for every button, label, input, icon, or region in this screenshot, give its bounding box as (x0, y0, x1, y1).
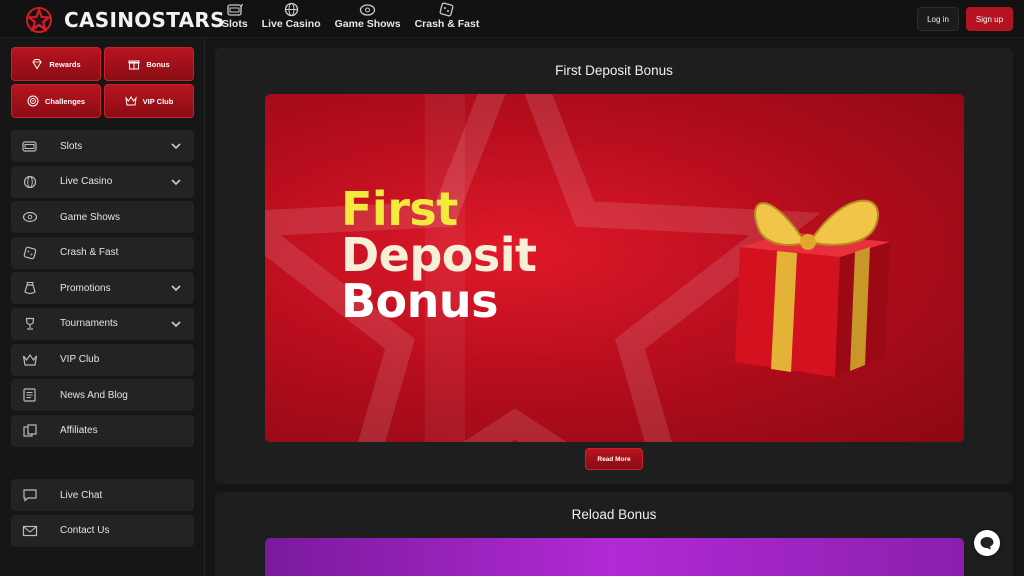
promo-buttons: Rewards Bonus Challenges VIP Club (11, 47, 194, 118)
target-icon (27, 95, 39, 107)
chevron-down-icon[interactable] (170, 282, 182, 294)
mail-icon (22, 525, 38, 536)
trophy-icon (25, 317, 35, 330)
sidebar-item-news-blog[interactable]: News And Blog (11, 379, 194, 412)
sidebar-item-label: VIP Club (60, 354, 100, 366)
game-shows-icon (359, 4, 376, 16)
vip-club-label: VIP Club (142, 96, 174, 106)
affiliates-icon (23, 424, 37, 437)
signup-button[interactable]: Sign up (966, 7, 1013, 31)
dice-icon (440, 2, 454, 17)
challenges-label: Challenges (44, 96, 85, 106)
news-icon (23, 388, 36, 402)
chat-bubble-icon (980, 537, 994, 550)
live-chat-widget[interactable] (974, 530, 1000, 556)
topnav-label: Live Casino (261, 18, 321, 30)
sidebar-item-label: Contact Us (60, 525, 110, 537)
sidebar-item-live-casino[interactable]: Live Casino (11, 165, 194, 198)
sidebar-item-label: News And Blog (60, 389, 128, 401)
read-more-button[interactable]: Read More (585, 448, 643, 470)
slots-icon (227, 3, 244, 16)
topnav-crash-fast[interactable]: Crash & Fast (414, 2, 480, 30)
sidebar-item-label: Crash & Fast (60, 247, 119, 259)
banner-line-2: Deposit (341, 228, 537, 282)
sidebar-item-contact-us[interactable]: Contact Us (11, 514, 194, 547)
sidebar-item-label: Slots (60, 140, 83, 152)
rewards-button[interactable]: Rewards (11, 47, 101, 81)
money-bag-icon (24, 282, 36, 295)
sidebar-item-crash-fast[interactable]: Crash & Fast (11, 236, 194, 269)
sidebar-item-promotions[interactable]: Promotions (11, 272, 194, 305)
logo-star-icon (26, 7, 52, 33)
rewards-label: Rewards (49, 59, 81, 69)
login-button[interactable]: Log in (917, 7, 959, 31)
sidebar: Rewards Bonus Challenges VIP Club Slots … (0, 38, 205, 576)
chat-icon (23, 489, 37, 502)
banner-line-3: Bonus (341, 274, 499, 328)
chevron-down-icon[interactable] (170, 176, 182, 188)
sidebar-item-label: Game Shows (60, 211, 121, 223)
first-deposit-bonus-banner[interactable]: First Deposit Bonus (265, 94, 964, 442)
topnav-slots[interactable]: Slots (222, 2, 248, 30)
sidebar-item-label: Promotions (60, 282, 111, 294)
sidebar-item-slots[interactable]: Slots (11, 130, 194, 162)
brand-name: CASINOSTARS (64, 8, 225, 32)
reload-bonus-card: Reload Bonus (215, 492, 1013, 576)
crown-icon (22, 353, 38, 366)
sidebar-item-live-chat[interactable]: Live Chat (11, 479, 194, 511)
challenges-button[interactable]: Challenges (11, 84, 101, 118)
topnav-label: Crash & Fast (414, 18, 480, 30)
top-bar: CASINOSTARS Slots Live Casino Game Shows… (0, 0, 1024, 38)
section-title: Reload Bonus (571, 507, 657, 522)
gift-icon (128, 60, 140, 70)
topnav-label: Slots (222, 18, 248, 30)
chevron-down-icon[interactable] (170, 318, 182, 330)
sidebar-item-affiliates[interactable]: Affiliates (11, 414, 194, 447)
vip-club-button[interactable]: VIP Club (104, 84, 194, 118)
dice-icon (23, 246, 37, 260)
bonus-label: Bonus (146, 59, 170, 69)
diamond-icon (32, 59, 42, 70)
topnav-label: Game Shows (334, 18, 401, 30)
banner-headline: First Deposit Bonus (341, 186, 537, 324)
chevron-down-icon[interactable] (170, 140, 182, 152)
reload-bonus-banner[interactable] (265, 538, 964, 576)
globe-icon (284, 2, 298, 17)
sidebar-item-game-shows[interactable]: Game Shows (11, 201, 194, 234)
sidebar-item-label: Tournaments (60, 318, 118, 330)
sidebar-nav: Slots Live Casino Game Shows Crash & Fas… (11, 130, 194, 450)
gift-box-image (735, 199, 890, 377)
top-nav: Slots Live Casino Game Shows Crash & Fas… (222, 2, 479, 30)
logo[interactable]: CASINOSTARS (24, 6, 225, 34)
sidebar-bottom-nav: Live Chat Contact Us (11, 479, 194, 550)
sidebar-item-vip-club[interactable]: VIP Club (11, 343, 194, 376)
slots-icon (22, 141, 37, 152)
banner-line-1: First (341, 182, 458, 236)
game-shows-icon (22, 212, 38, 223)
topnav-live-casino[interactable]: Live Casino (262, 2, 321, 30)
globe-icon (23, 175, 37, 188)
section-title: First Deposit Bonus (555, 63, 673, 78)
sidebar-item-tournaments[interactable]: Tournaments (11, 307, 194, 340)
topnav-game-shows[interactable]: Game Shows (335, 2, 401, 30)
sidebar-item-label: Live Chat (60, 489, 103, 501)
bonus-button[interactable]: Bonus (104, 47, 194, 81)
crown-icon (124, 96, 137, 106)
sidebar-item-label: Live Casino (60, 176, 113, 188)
first-deposit-bonus-card: First Deposit Bonus First Deposit Bonus … (215, 48, 1013, 484)
sidebar-item-label: Affiliates (60, 425, 98, 437)
